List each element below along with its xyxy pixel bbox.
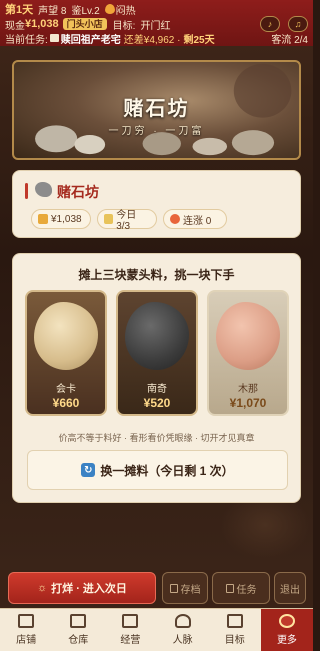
stone-name: 木那: [238, 384, 258, 395]
nav-label: 更多: [276, 635, 297, 646]
shop-info-card: 赌石坊 ¥1,038 今日 3/3 连涨 0: [12, 170, 301, 238]
exit-label: 退出: [280, 584, 300, 596]
nav-label: 店铺: [16, 635, 37, 646]
nav-item-people[interactable]: 人脉: [157, 609, 209, 651]
save-label: 存档: [180, 584, 201, 596]
sun-icon: ☼: [37, 582, 48, 594]
goal-label: 目标:: [112, 20, 136, 32]
nav-item-business[interactable]: 经营: [104, 609, 156, 651]
weather-icon: [104, 4, 115, 14]
stone-card-1[interactable]: 会卡 ¥660: [25, 290, 107, 416]
stone-card-3[interactable]: 木那 ¥1,070: [207, 290, 289, 416]
day-label: 第1天: [5, 4, 34, 16]
task-remaining: 还差¥4,962 ·: [123, 34, 181, 46]
refresh-icon: ↻: [81, 463, 96, 477]
status-row-task: 当前任务: 赎回祖产老宅 还差¥4,962 · 剩25天 客流 2/4: [5, 31, 308, 46]
weather-label: 闷热: [115, 5, 136, 17]
stone-price: ¥520: [143, 396, 171, 410]
info-title: 赌石坊: [57, 184, 99, 200]
exit-button[interactable]: 退出: [274, 572, 306, 604]
stone-image: [125, 302, 189, 370]
cash-value: ¥1,038: [25, 18, 59, 30]
close-shop-label: 打烊 · 进入次日: [51, 583, 127, 595]
nav-item-shop[interactable]: 店铺: [0, 609, 52, 651]
nav-label: 经营: [120, 635, 141, 646]
ticket-icon: [104, 214, 114, 224]
status-bar: 第1天 声望 8 鉴Lv.2 闷热 现金 ¥1,038 门头小店 目标: 开门红…: [0, 0, 313, 46]
refresh-label: 换一摊料（今日剩 1 次）: [100, 463, 234, 478]
visitor-count: 客流 2/4: [271, 34, 308, 46]
stone-name: 南奇: [147, 384, 167, 395]
panel-title: 摊上三块蒙头料，挑一块下手: [78, 268, 235, 282]
cash-chip-label: ¥1,038: [51, 213, 82, 225]
warehouse-icon: [70, 614, 87, 628]
goal-icon: [226, 614, 243, 628]
fire-icon: [170, 214, 180, 224]
stone-price: ¥1,070: [229, 396, 267, 410]
stone-icon: [35, 182, 52, 197]
people-icon: [174, 614, 191, 628]
goal-value: 开门红: [140, 20, 171, 32]
appraisal-level: 鉴Lv.2: [71, 5, 100, 17]
nav-item-goal[interactable]: 目标: [209, 609, 261, 651]
shop-tag: 门头小店: [62, 18, 107, 30]
selection-hint: 价高不等于料好 · 看形看价凭眼缘 · 切开才见真章: [58, 433, 255, 443]
sound-icon[interactable]: ♪: [260, 16, 280, 32]
status-row-day: 第1天 声望 8 鉴Lv.2 闷热: [5, 2, 308, 17]
music-icon[interactable]: ♫: [288, 16, 308, 32]
nav-item-more[interactable]: 更多: [260, 609, 314, 651]
nav-label: 目标: [224, 635, 245, 646]
refresh-stall-button[interactable]: ↻ 换一摊料（今日剩 1 次）: [27, 450, 288, 490]
stone-price: ¥660: [52, 396, 80, 410]
bottom-navigation: 店铺 仓库 经营 人脉 目标 更多: [0, 608, 314, 651]
shop-icon: [18, 614, 35, 628]
stone-image: [34, 302, 98, 370]
nav-item-warehouse[interactable]: 仓库: [52, 609, 104, 651]
stone-name: 会卡: [56, 384, 76, 395]
money-bag-icon: [38, 214, 48, 224]
stone-card-2[interactable]: 南奇 ¥520: [116, 290, 198, 416]
reputation-label: 声望 8: [38, 5, 67, 17]
save-button[interactable]: 存档: [162, 572, 208, 604]
banner-title: 赌石坊: [123, 96, 190, 120]
title-accent-bar: [25, 183, 28, 199]
task-book-icon: [49, 34, 59, 42]
business-icon: [122, 614, 139, 628]
save-icon: [169, 583, 178, 593]
today-chip-label: 今日 3/3: [116, 210, 137, 232]
stone-image: [216, 302, 280, 370]
task-label: 当前任务:: [5, 34, 48, 46]
action-bar: ☼ 打烊 · 进入次日 存档 任务 退出: [0, 570, 313, 608]
nav-label: 仓库: [68, 635, 89, 646]
close-shop-next-day-button[interactable]: ☼ 打烊 · 进入次日: [8, 572, 156, 604]
streak-chip-label: 连涨 0: [183, 215, 212, 227]
stone-selection-panel: 摊上三块蒙头料，挑一块下手 会卡 ¥660 南奇 ¥520 木那 ¥1,070 …: [12, 253, 301, 503]
today-chip: 今日 3/3: [97, 209, 157, 232]
hero-banner: 赌石坊 一刀穷 · 一刀富: [12, 60, 301, 160]
banner-subtitle: 一刀穷 · 一刀富: [108, 126, 205, 137]
task-days-left: 剩25天: [183, 34, 215, 46]
cash-chip: ¥1,038: [31, 209, 91, 229]
more-icon: [278, 614, 295, 628]
task-button-label: 任务: [236, 584, 257, 596]
cash-label: 现金: [5, 20, 25, 32]
streak-chip: 连涨 0: [163, 209, 227, 229]
task-name: 赎回祖产老宅: [60, 34, 121, 46]
task-button[interactable]: 任务: [212, 572, 270, 604]
task-icon: [225, 583, 234, 593]
nav-label: 人脉: [172, 635, 193, 646]
